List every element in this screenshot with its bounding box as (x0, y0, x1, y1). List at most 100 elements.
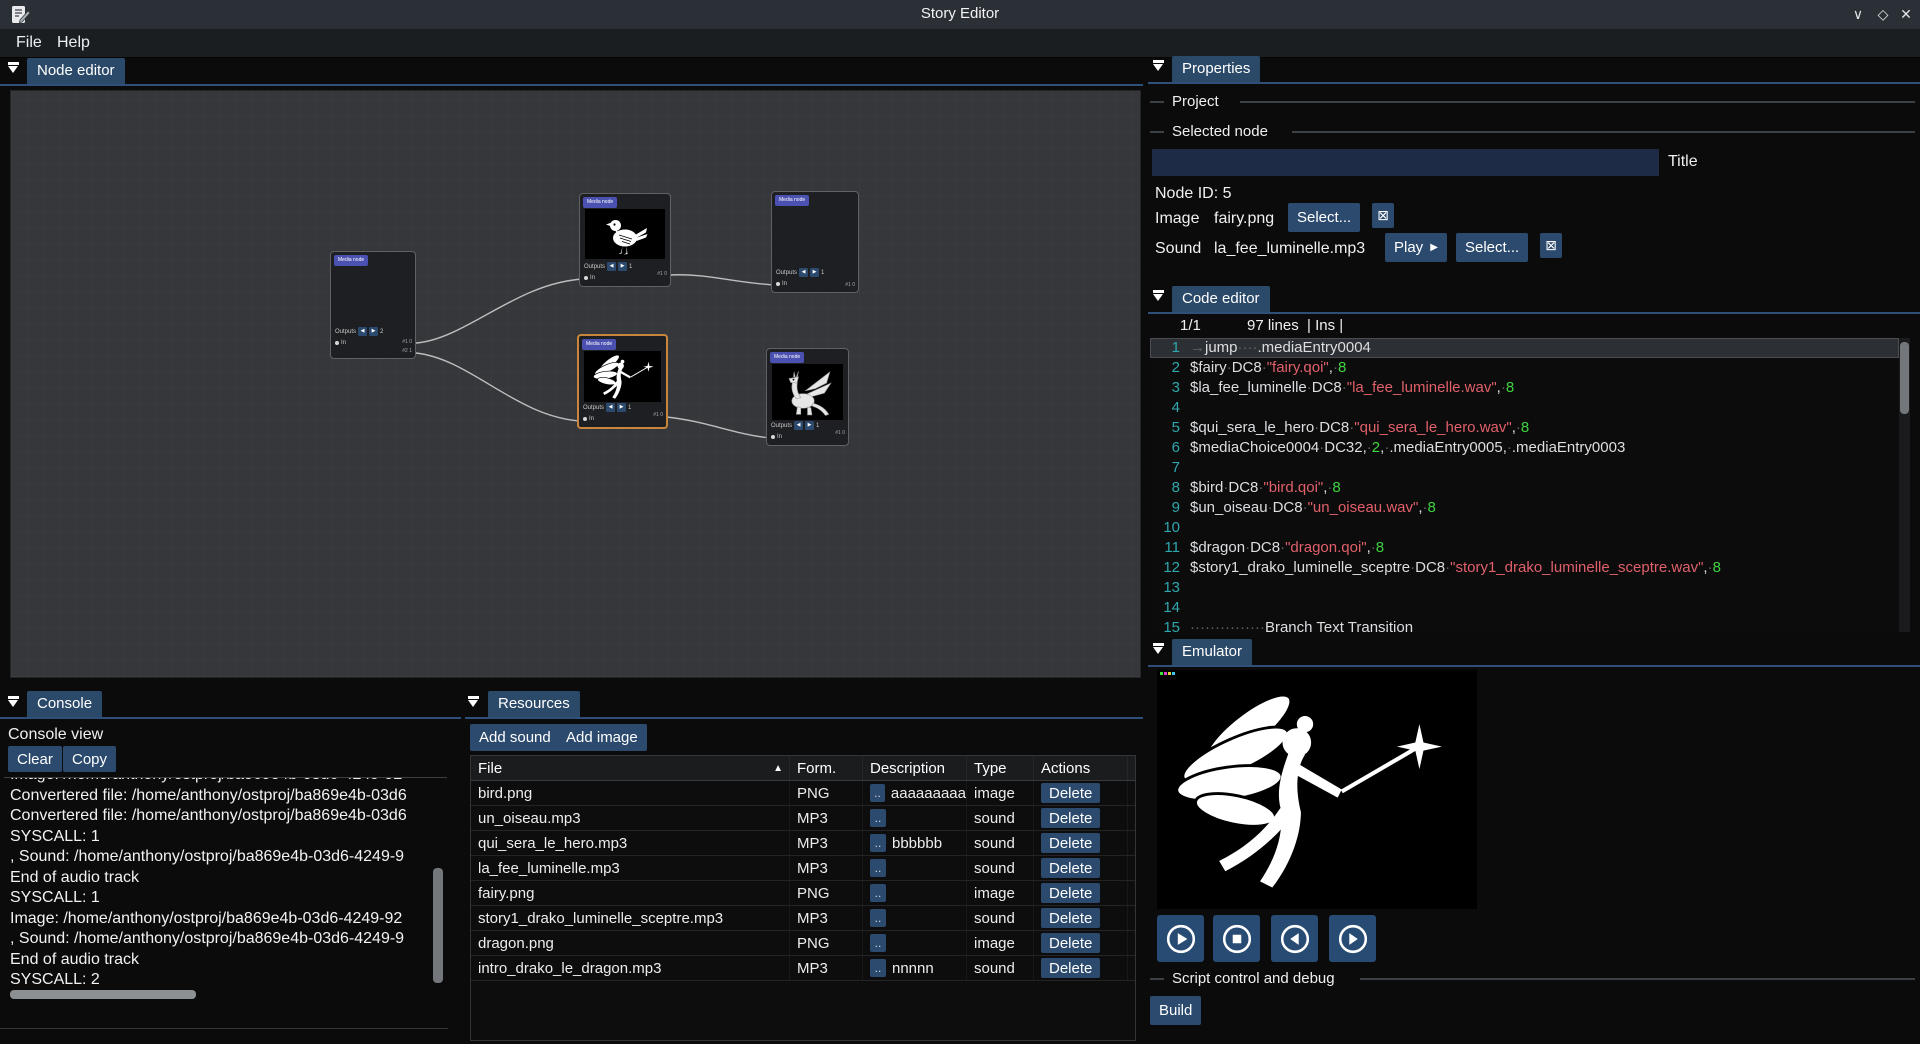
node-input-port[interactable]: In (584, 275, 595, 281)
emulator-step-back-button[interactable] (1271, 915, 1318, 962)
browse-description-button[interactable]: .. (870, 809, 886, 827)
maximize-button[interactable]: ◇ (1871, 4, 1895, 24)
outputs-prev-button[interactable]: ◀ (606, 403, 615, 412)
code-editor-collapse-icon[interactable] (1153, 290, 1164, 301)
node-editor-collapse-icon[interactable] (8, 62, 19, 73)
node-output-port[interactable]: #1 0 (835, 430, 845, 436)
sound-clear-button[interactable]: ⊠ (1540, 233, 1562, 258)
browse-description-button[interactable]: .. (870, 834, 886, 852)
resources-collapse-icon[interactable] (468, 696, 479, 707)
tab-emulator[interactable]: Emulator (1172, 639, 1252, 665)
node-output-port[interactable]: #2 1 (402, 348, 412, 354)
delete-button[interactable]: Delete (1041, 783, 1100, 803)
menu-file[interactable]: File (10, 32, 48, 54)
delete-button[interactable]: Delete (1041, 908, 1100, 928)
outputs-next-button[interactable]: ▶ (369, 327, 378, 336)
node-output-port[interactable]: #1 0 (653, 412, 663, 418)
delete-button[interactable]: Delete (1041, 808, 1100, 828)
add-image-button[interactable]: Add image (557, 724, 647, 751)
delete-button[interactable]: Delete (1041, 833, 1100, 853)
code-scrollbar-thumb[interactable] (1900, 342, 1909, 414)
console-copy-button[interactable]: Copy (63, 746, 116, 772)
node-output-port[interactable]: #1 0 (402, 339, 412, 345)
outputs-next-button[interactable]: ▶ (617, 403, 626, 412)
delete-button[interactable]: Delete (1041, 883, 1100, 903)
node-output-port[interactable]: #1 0 (657, 271, 667, 277)
code-scrollbar-track[interactable] (1899, 338, 1910, 632)
node-output-port[interactable]: #1 0 (845, 282, 855, 288)
log-line: Convertered file: /home/anthony/ostproj/… (4, 786, 447, 807)
graph-node-empty[interactable]: Media node Outputs ◀ ▶ 1 In #1 0 (771, 191, 859, 293)
resource-row[interactable]: intro_drako_le_dragon.mp3MP3..nnnnnsound… (471, 956, 1135, 981)
minimize-button[interactable]: ∨ (1846, 4, 1870, 24)
node-input-port[interactable]: In (771, 434, 782, 440)
sound-select-button[interactable]: Select... (1456, 233, 1528, 262)
emulator-step-forward-button[interactable] (1329, 915, 1376, 962)
resource-row[interactable]: un_oiseau.mp3MP3..soundDelete (471, 806, 1135, 831)
resource-row[interactable]: bird.pngPNG..aaaaaaaaaimageDelete (471, 781, 1135, 806)
menu-help[interactable]: Help (51, 32, 96, 54)
emulator-collapse-icon[interactable] (1153, 643, 1164, 654)
sound-play-button[interactable]: Play▶ (1385, 233, 1447, 262)
node-input-port[interactable]: In (335, 340, 346, 346)
resource-row[interactable]: la_fee_luminelle.mp3MP3..soundDelete (471, 856, 1135, 881)
console-view-label: Console view (8, 726, 103, 744)
outputs-next-button[interactable]: ▶ (805, 421, 814, 430)
tab-resources[interactable]: Resources (488, 691, 580, 717)
graph-node-start[interactable]: Media node Outputs ◀ ▶ 2 In #1 0 #2 1 (330, 251, 416, 359)
outputs-prev-button[interactable]: ◀ (358, 327, 367, 336)
browse-description-button[interactable]: .. (870, 909, 886, 927)
delete-button[interactable]: Delete (1041, 858, 1100, 878)
graph-node-bird[interactable]: Media node Outputs ◀ ▶ 1 In #1 0 (579, 193, 671, 287)
column-header-description[interactable]: Description (863, 756, 967, 780)
add-sound-button[interactable]: Add sound (470, 724, 560, 751)
outputs-next-button[interactable]: ▶ (618, 262, 627, 271)
properties-collapse-icon[interactable] (1153, 60, 1164, 71)
image-value: fairy.png (1214, 210, 1274, 228)
outputs-prev-button[interactable]: ◀ (607, 262, 616, 271)
column-header-format[interactable]: Form. (790, 756, 863, 780)
graph-node-dragon[interactable]: Media node Outputs ◀ ▶ 1 In #1 0 (766, 348, 849, 446)
console-log[interactable]: Image: /home/anthony/ostproj/ba869e4b-03… (4, 777, 447, 986)
close-button[interactable]: ✕ (1894, 4, 1918, 24)
browse-description-button[interactable]: .. (870, 959, 886, 977)
graph-node-fairy[interactable]: Media node Outputs ◀ ▶ 1 In #1 0 (577, 334, 668, 429)
delete-button[interactable]: Delete (1041, 933, 1100, 953)
console-collapse-icon[interactable] (8, 696, 19, 707)
image-select-button[interactable]: Select... (1288, 203, 1360, 232)
resource-row[interactable]: dragon.pngPNG..imageDelete (471, 931, 1135, 956)
outputs-prev-button[interactable]: ◀ (794, 421, 803, 430)
debug-pixel (1164, 672, 1167, 675)
image-clear-button[interactable]: ⊠ (1372, 203, 1394, 228)
resource-row[interactable]: fairy.pngPNG..imageDelete (471, 881, 1135, 906)
tab-properties[interactable]: Properties (1172, 56, 1260, 82)
tab-console[interactable]: Console (27, 691, 102, 717)
browse-description-button[interactable]: .. (870, 784, 885, 802)
node-input-port[interactable]: In (583, 416, 594, 422)
browse-description-button[interactable]: .. (870, 934, 886, 952)
browse-description-button[interactable]: .. (870, 884, 886, 902)
code-lines[interactable]: 1→jump····.mediaEntry00042$fairy·DC8·"fa… (1150, 338, 1899, 632)
resource-row[interactable]: story1_drako_luminelle_sceptre.mp3MP3..s… (471, 906, 1135, 931)
node-title-input[interactable] (1152, 149, 1659, 176)
resource-row[interactable]: qui_sera_le_hero.mp3MP3..bbbbbbsoundDele… (471, 831, 1135, 856)
console-groupbox-border (0, 1028, 448, 1029)
port-dot-icon (776, 282, 780, 286)
build-button[interactable]: Build (1150, 996, 1201, 1025)
node-graph-canvas[interactable]: Media node Outputs ◀ ▶ 2 In #1 0 #2 1 Me… (10, 90, 1141, 678)
delete-button[interactable]: Delete (1041, 958, 1100, 978)
column-header-actions[interactable]: Actions (1034, 756, 1128, 780)
column-header-type[interactable]: Type (967, 756, 1034, 780)
node-input-port[interactable]: In (776, 281, 787, 287)
outputs-prev-button[interactable]: ◀ (799, 268, 808, 277)
column-header-file[interactable]: File ▲ (471, 756, 790, 780)
outputs-next-button[interactable]: ▶ (810, 268, 819, 277)
console-horizontal-scrollbar[interactable] (10, 990, 196, 999)
console-clear-button[interactable]: Clear (8, 746, 62, 772)
tab-code-editor[interactable]: Code editor (1172, 286, 1270, 312)
console-vertical-scrollbar[interactable] (433, 868, 443, 983)
browse-description-button[interactable]: .. (870, 859, 886, 877)
tab-node-editor[interactable]: Node editor (27, 58, 125, 84)
emulator-stop-button[interactable] (1213, 915, 1260, 962)
emulator-play-button[interactable] (1157, 915, 1204, 962)
